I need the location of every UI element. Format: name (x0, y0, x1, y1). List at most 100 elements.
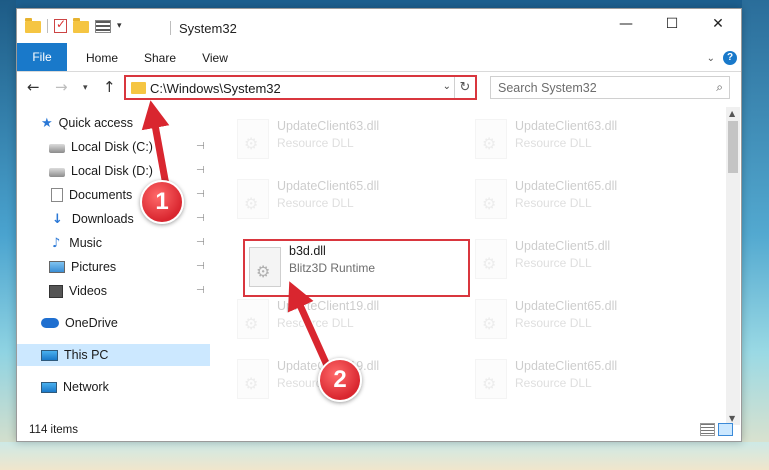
tab-share[interactable]: Share (137, 47, 183, 69)
tiles-view-icon[interactable] (718, 423, 733, 436)
file-type: Resource DLL (277, 136, 354, 150)
properties-icon[interactable] (95, 19, 111, 33)
pin-icon[interactable]: ⊣ (196, 261, 205, 272)
dll-file-icon (237, 119, 269, 159)
pin-icon[interactable]: ⊣ (196, 165, 205, 176)
folder-icon[interactable] (25, 18, 41, 33)
expand-ribbon-icon[interactable]: ⌄ (707, 53, 715, 64)
pin-icon[interactable]: ⊣ (196, 213, 205, 224)
ribbon-right-controls: ⌄ ? (707, 51, 737, 65)
scrollbar-thumb[interactable] (728, 121, 738, 173)
drive-icon (49, 167, 65, 177)
window-controls: — ☐ ✕ (603, 9, 741, 39)
tab-view[interactable]: View (193, 47, 237, 69)
pc-icon (41, 349, 58, 361)
sidebar-item-network[interactable]: Network (41, 376, 109, 398)
search-input[interactable]: Search System32 ⌕ (490, 76, 730, 99)
file-item[interactable]: UpdateClient65.dll Resource DLL (463, 171, 695, 231)
title-separator (170, 21, 171, 35)
sidebar-item-onedrive[interactable]: OneDrive (41, 312, 118, 334)
details-view-icon[interactable] (700, 423, 715, 436)
refresh-icon[interactable]: ↻ (454, 77, 475, 98)
file-name: b3d.dll (289, 244, 326, 258)
file-item[interactable]: UpdateClient19.dll Resource DLL (225, 291, 457, 351)
help-icon[interactable]: ? (723, 51, 737, 65)
search-icon[interactable]: ⌕ (716, 80, 723, 95)
scroll-up-icon[interactable]: ▲ (729, 109, 735, 118)
item-count: 114 items (29, 424, 79, 436)
dll-file-icon (237, 299, 269, 339)
file-item[interactable]: UpdateClient63.dll Resource DLL (225, 111, 457, 171)
minimize-button[interactable]: — (603, 9, 649, 39)
address-dropdown-icon[interactable]: ⌄ (443, 81, 451, 92)
file-list: UpdateClient63.dll Resource DLL UpdateCl… (225, 107, 725, 417)
sidebar-item-label: This PC (64, 348, 109, 362)
search-placeholder: Search System32 (498, 81, 597, 95)
file-item[interactable]: UpdateClient5.dll Resource DLL (463, 231, 695, 291)
dll-file-icon (475, 239, 507, 279)
file-item[interactable]: UpdateClient65.dll Resource DLL (225, 171, 457, 231)
customize-toolbar-icon[interactable]: ▾ (117, 21, 122, 31)
sidebar-item-label: Music (69, 236, 102, 250)
navigation-pane: ★ Quick access Local Disk (C:) ⊣ Local D… (17, 107, 212, 417)
quick-access-toolbar: ▾ (25, 17, 122, 33)
file-item[interactable]: UpdateClient65.dll Resource DLL (463, 291, 695, 351)
sidebar-item-documents[interactable]: Documents (49, 184, 132, 206)
window-title: System32 (179, 21, 237, 36)
file-type: Resource DLL (277, 316, 354, 330)
file-name: UpdateClient65.dll (515, 179, 618, 193)
file-type: Resource DLL (515, 256, 592, 270)
tab-home[interactable]: Home (79, 47, 125, 69)
address-row: ← → ▾ ↑ C:\Windows\System32 ⌄ ↻ Search S… (17, 72, 741, 104)
pin-icon[interactable]: ⊣ (196, 237, 205, 248)
address-bar[interactable]: C:\Windows\System32 ⌄ ↻ (124, 75, 477, 100)
document-icon (51, 188, 63, 202)
sidebar-item-quick-access[interactable]: ★ Quick access (41, 112, 133, 134)
toolbar-separator (47, 19, 48, 33)
sidebar-item-label: Local Disk (C:) (71, 140, 153, 154)
dll-file-icon (475, 119, 507, 159)
dll-file-icon (475, 359, 507, 399)
recent-locations-icon[interactable]: ▾ (83, 83, 88, 93)
sidebar-item-label: Quick access (58, 116, 133, 130)
sidebar-item-local-disk-d[interactable]: Local Disk (D:) (49, 160, 153, 182)
sidebar-item-videos[interactable]: Videos (49, 280, 107, 302)
vertical-scrollbar[interactable]: ▲ ▼ (726, 107, 740, 425)
file-name: UpdateClient63.dll (277, 119, 380, 133)
sidebar-item-local-disk-c[interactable]: Local Disk (C:) (49, 136, 153, 158)
pin-icon[interactable]: ⊣ (196, 141, 205, 152)
forward-button[interactable]: → (55, 78, 68, 96)
sidebar-item-music[interactable]: ♪ Music (49, 232, 102, 254)
new-folder-icon[interactable] (73, 18, 89, 33)
desktop-background-right (742, 0, 769, 470)
close-button[interactable]: ✕ (695, 9, 741, 39)
sidebar-item-downloads[interactable]: ↓ Downloads (49, 208, 134, 230)
file-type: Resource DLL (515, 136, 592, 150)
address-path[interactable]: C:\Windows\System32 (150, 81, 281, 96)
explorer-window: ▾ System32 — ☐ ✕ File Home Share View ⌄ … (16, 8, 742, 442)
checkbox-properties-icon[interactable] (54, 17, 67, 33)
file-type: Resource DLL (515, 196, 592, 210)
pin-icon[interactable]: ⊣ (196, 189, 205, 200)
file-type: Resource DLL (515, 376, 592, 390)
file-type: Blitz3D Runtime (289, 261, 376, 275)
sidebar-item-this-pc[interactable]: This PC (17, 344, 210, 366)
tab-file[interactable]: File (17, 43, 67, 71)
sidebar-item-label: Network (63, 380, 109, 394)
file-item[interactable]: UpdateClient63.dll Resource DLL (463, 111, 695, 171)
up-button[interactable]: ↑ (103, 78, 116, 96)
back-button[interactable]: ← (27, 78, 40, 96)
status-bar: 114 items (17, 419, 741, 441)
file-type: Resource DLL (277, 196, 354, 210)
maximize-button[interactable]: ☐ (649, 9, 695, 39)
file-item[interactable]: UpdateClient65.dll Resource DLL (463, 351, 695, 411)
sidebar-item-label: Documents (69, 188, 133, 202)
file-item-b3d-dll[interactable]: b3d.dll Blitz3D Runtime (243, 239, 470, 297)
file-name: UpdateClient65.dll (515, 299, 618, 313)
network-icon (41, 381, 57, 393)
pin-icon[interactable]: ⊣ (196, 285, 205, 296)
desktop-background-bottom (0, 442, 769, 470)
sidebar-item-pictures[interactable]: Pictures (49, 256, 116, 278)
file-name: UpdateClient63.dll (515, 119, 618, 133)
sidebar-item-label: Local Disk (D:) (71, 164, 153, 178)
